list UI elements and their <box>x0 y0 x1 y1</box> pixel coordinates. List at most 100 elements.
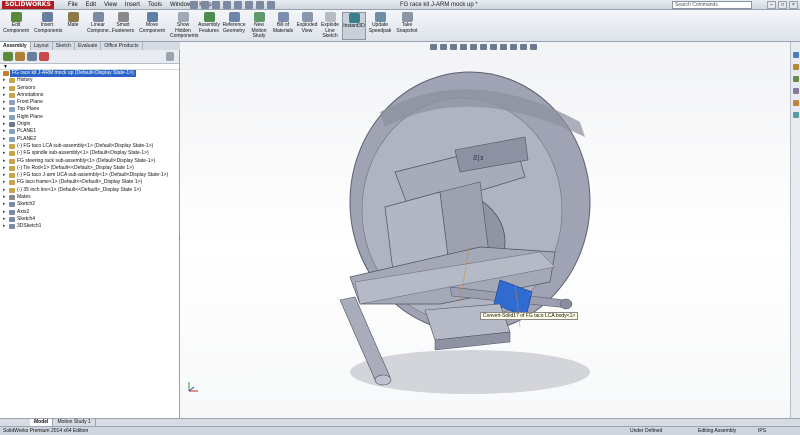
menu-tools[interactable]: Tools <box>144 0 166 10</box>
reference-geometry-button[interactable]: Reference Geometry <box>222 12 246 34</box>
expand-arrow-icon[interactable]: ▸ <box>3 128 6 135</box>
tree-item[interactable]: ▸ Top Plane <box>0 106 179 113</box>
menu-file[interactable]: File <box>64 0 82 10</box>
expand-arrow-icon[interactable]: ▸ <box>3 172 6 179</box>
tree-item[interactable]: ▸ Mates <box>0 194 179 201</box>
expand-arrow-icon[interactable]: ▸ <box>3 136 6 143</box>
tree-item[interactable]: ▸ Sketch2 <box>0 201 179 208</box>
mate-button[interactable]: Mate <box>63 12 83 29</box>
menu-view[interactable]: View <box>100 0 121 10</box>
expand-arrow-icon[interactable]: ▸ <box>3 77 6 84</box>
section-view-icon[interactable] <box>460 44 467 50</box>
expand-arrow-icon[interactable]: ▸ <box>3 92 6 99</box>
expand-arrow-icon[interactable]: ▸ <box>3 143 6 150</box>
tree-item[interactable]: ▸ (-) FG taco LCA sub-assembly<1> (Defaul… <box>0 143 179 150</box>
expand-arrow-icon[interactable]: ▸ <box>3 179 6 186</box>
tree-item[interactable]: ▸ Sensors <box>0 85 179 92</box>
tab-model[interactable]: Model <box>30 419 54 426</box>
apply-scene-icon[interactable] <box>520 44 527 50</box>
status-units[interactable]: IPS <box>758 427 766 435</box>
expand-arrow-icon[interactable]: ▸ <box>3 209 6 216</box>
options-icon[interactable] <box>267 1 275 9</box>
close-button[interactable]: × <box>789 1 798 9</box>
save-icon[interactable] <box>212 1 220 9</box>
tab-assembly[interactable]: Assembly <box>0 42 31 50</box>
expand-arrow-icon[interactable]: ▸ <box>3 114 6 121</box>
expand-panel-icon[interactable] <box>166 52 174 61</box>
bom-button[interactable]: Bill of Materials <box>272 12 294 34</box>
tab-layout[interactable]: Layout <box>31 42 53 50</box>
instant3d-button[interactable]: Instant3D <box>342 12 366 40</box>
file-explorer-icon[interactable] <box>793 76 799 82</box>
tab-evaluate[interactable]: Evaluate <box>75 42 102 50</box>
exploded-view-button[interactable]: Exploded View <box>296 12 318 34</box>
show-hidden-button[interactable]: Show Hidden Components <box>170 12 198 40</box>
tree-item[interactable]: ▸ Axis2 <box>0 209 179 216</box>
appearances-icon[interactable] <box>793 100 799 106</box>
tree-item[interactable]: ▸ Origin <box>0 121 179 128</box>
expand-arrow-icon[interactable]: ▸ <box>3 201 6 208</box>
expand-arrow-icon[interactable]: ▸ <box>3 99 6 106</box>
motion-study-button[interactable]: New Motion Study <box>248 12 270 40</box>
linear-pattern-button[interactable]: Linear Compone... <box>87 12 113 34</box>
tree-item[interactable]: ▸ PLANE2 <box>0 136 179 143</box>
edit-appearance-icon[interactable] <box>510 44 517 50</box>
configuration-manager-icon[interactable] <box>27 52 37 61</box>
feature-tree-icon[interactable] <box>3 52 13 61</box>
tree-item[interactable]: ▸ Sketch4 <box>0 216 179 223</box>
expand-arrow-icon[interactable]: ▸ <box>3 106 6 113</box>
tab-sketch[interactable]: Sketch <box>53 42 75 50</box>
maximize-button[interactable]: □ <box>778 1 787 9</box>
new-document-icon[interactable] <box>190 1 198 9</box>
display-style-icon[interactable] <box>490 44 497 50</box>
speedpak-button[interactable]: Update Speedpak <box>368 12 392 34</box>
custom-properties-icon[interactable] <box>793 112 799 118</box>
expand-arrow-icon[interactable]: ▸ <box>3 85 6 92</box>
view-palette-icon[interactable] <box>793 88 799 94</box>
search-commands-input[interactable]: Search Commands <box>672 1 752 9</box>
property-manager-icon[interactable] <box>15 52 25 61</box>
expand-arrow-icon[interactable]: ▸ <box>3 121 6 128</box>
tree-item[interactable]: ▸ (-) 35 inch tire<1> (Default<<Default>_… <box>0 187 179 194</box>
tree-item[interactable]: ▸ Front Plane <box>0 99 179 106</box>
dynamic-annotation-icon[interactable] <box>470 44 477 50</box>
previous-view-icon[interactable] <box>450 44 457 50</box>
tree-item[interactable]: ▸ PLANE1 <box>0 128 179 135</box>
select-icon[interactable] <box>245 1 253 9</box>
zoom-to-fit-icon[interactable] <box>430 44 437 50</box>
expand-arrow-icon[interactable]: ▸ <box>3 187 6 194</box>
minimize-button[interactable]: – <box>767 1 776 9</box>
tab-office-products[interactable]: Office Products <box>101 42 143 50</box>
tree-item[interactable]: ▸ (-) FG taco J-arm UCA sub-assembly<1> (… <box>0 172 179 179</box>
expand-arrow-icon[interactable]: ▸ <box>3 150 6 157</box>
hide-show-items-icon[interactable] <box>500 44 507 50</box>
menu-edit[interactable]: Edit <box>82 0 100 10</box>
expand-arrow-icon[interactable]: ▸ <box>3 158 6 165</box>
edit-component-button[interactable]: Edit Component <box>2 12 30 34</box>
undo-icon[interactable] <box>234 1 242 9</box>
tree-item[interactable]: ▸ Annotations <box>0 92 179 99</box>
tree-item[interactable]: ▸ History <box>0 77 179 84</box>
view-settings-icon[interactable] <box>530 44 537 50</box>
tree-item[interactable]: ▸ Right Plane <box>0 114 179 121</box>
insert-components-button[interactable]: Insert Components <box>34 12 62 34</box>
tree-item[interactable]: ▸ FG steering rack sub-assembly<1> (Defau… <box>0 158 179 165</box>
view-orientation-icon[interactable] <box>480 44 487 50</box>
print-icon[interactable] <box>223 1 231 9</box>
expand-arrow-icon[interactable]: ▸ <box>3 223 6 230</box>
tree-item[interactable]: ▸ FG taco frame<1> (Default<<Default>_Dis… <box>0 179 179 186</box>
rebuild-icon[interactable] <box>256 1 264 9</box>
dimxpert-icon[interactable] <box>39 52 49 61</box>
zoom-to-area-icon[interactable] <box>440 44 447 50</box>
solidworks-logo[interactable]: SOLIDWORKS <box>2 1 54 9</box>
tree-item[interactable]: ▸ 3DSketch1 <box>0 223 179 230</box>
explode-line-button[interactable]: Explode Line Sketch <box>320 12 340 40</box>
expand-arrow-icon[interactable]: ▸ <box>3 216 6 223</box>
expand-arrow-icon[interactable]: ▸ <box>3 194 6 201</box>
move-component-button[interactable]: Move Component <box>138 12 166 34</box>
design-library-icon[interactable] <box>793 64 799 70</box>
open-icon[interactable] <box>201 1 209 9</box>
solidworks-resources-icon[interactable] <box>793 52 799 58</box>
assembly-features-button[interactable]: Assembly Features <box>198 12 220 34</box>
tree-root-assembly[interactable]: FG race kit J-ARM mock up (Default<Displ… <box>0 70 179 78</box>
